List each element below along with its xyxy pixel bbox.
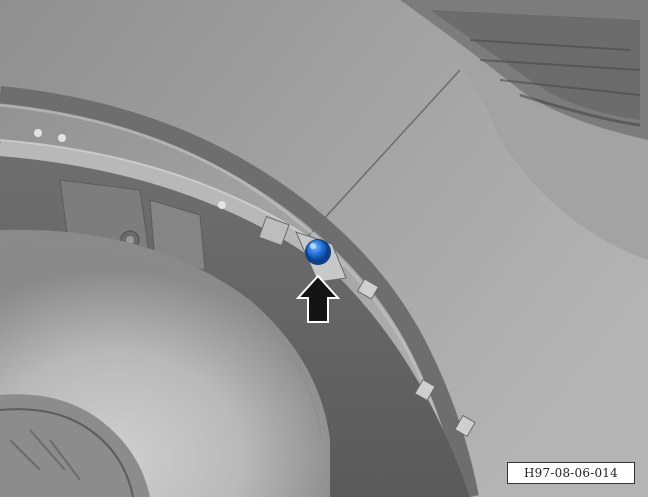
fender-liner-illustration [0,0,648,497]
diagram-frame: H97-08-06-014 [0,0,648,497]
figure-reference-code: H97-08-06-014 [507,462,635,484]
